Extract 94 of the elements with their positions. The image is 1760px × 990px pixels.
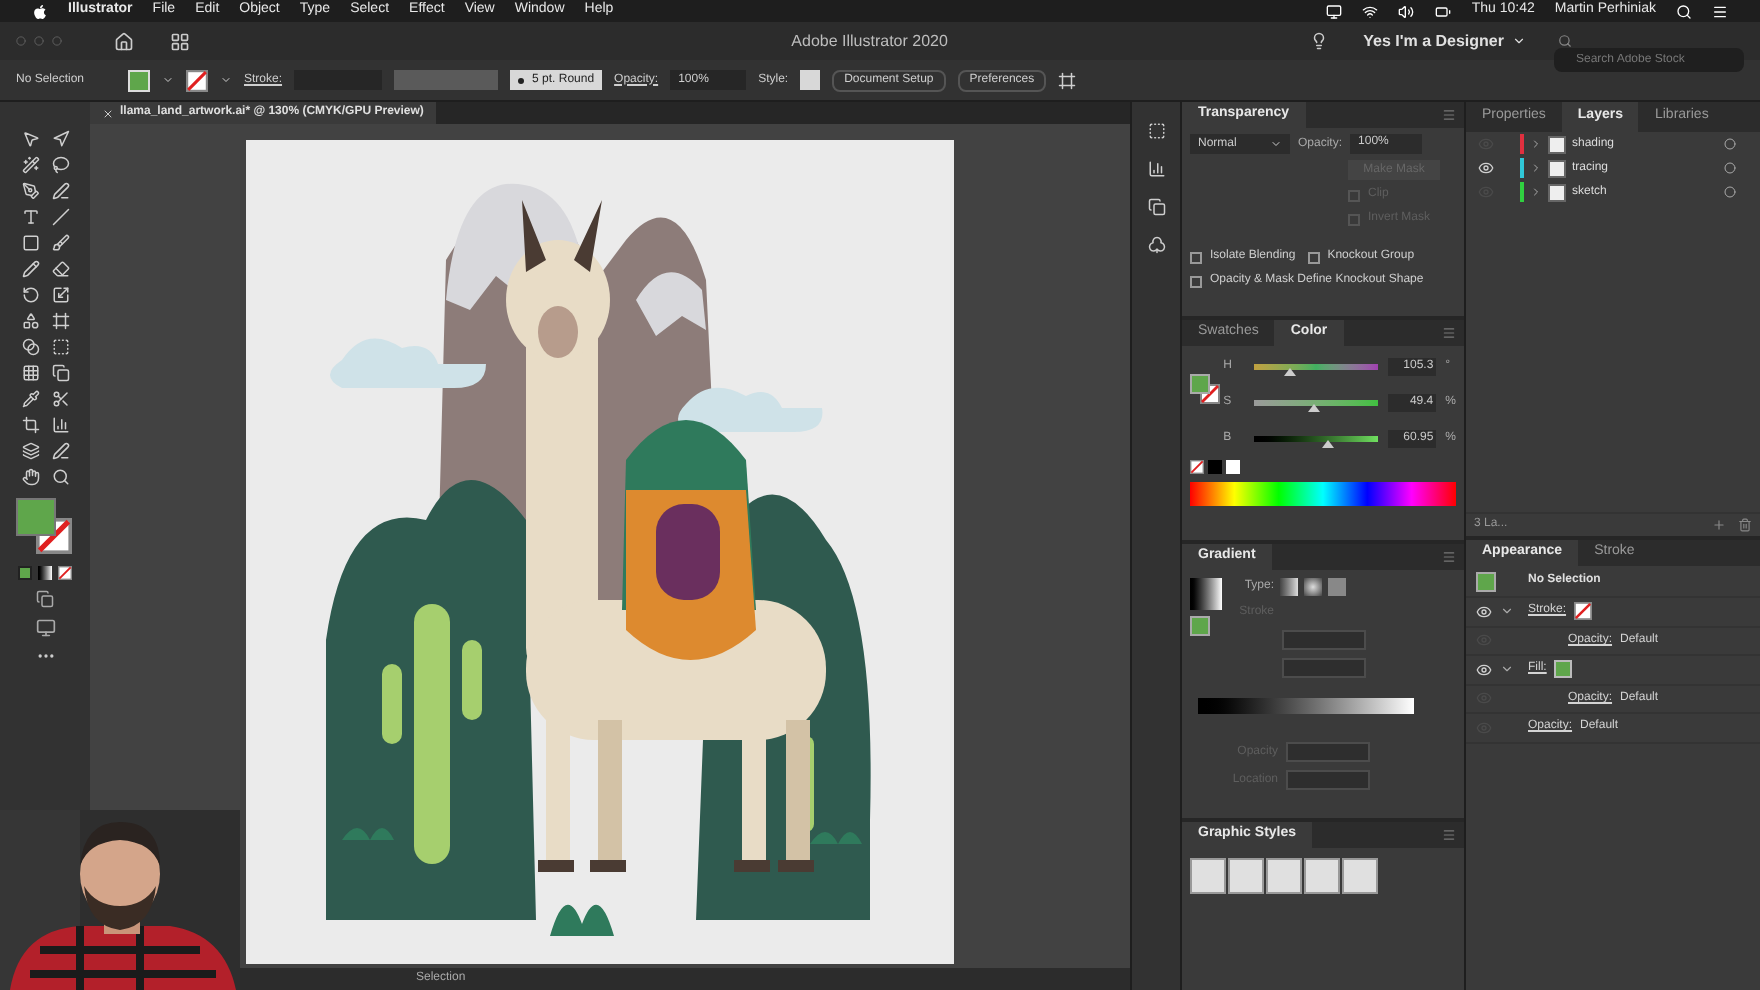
zoom-icon[interactable] (51, 468, 69, 486)
swatch[interactable] (1226, 460, 1240, 474)
radial-gradient-button[interactable] (1304, 578, 1322, 596)
gradient-preview[interactable] (1190, 578, 1222, 610)
gradient-mode-icon[interactable] (38, 566, 52, 580)
scissors-icon[interactable] (51, 390, 69, 408)
rotate-icon[interactable] (21, 286, 39, 304)
pen-icon[interactable] (21, 182, 39, 200)
dashed-square-icon[interactable] (51, 338, 69, 356)
graphic-style-swatch[interactable] (1342, 858, 1378, 894)
stroke-swatch[interactable] (1574, 602, 1593, 621)
opacity-field[interactable] (1286, 742, 1370, 762)
swatch[interactable] (1208, 460, 1222, 474)
variable-width-field[interactable] (394, 70, 499, 90)
menu-icon[interactable] (1712, 3, 1728, 19)
monitor-icon[interactable] (1325, 3, 1342, 19)
line-icon[interactable] (51, 208, 69, 226)
chevron-icon (1270, 138, 1282, 150)
lightbulb-icon[interactable] (1309, 32, 1328, 50)
crop-icon[interactable] (21, 416, 39, 434)
fill-swatch (1476, 571, 1496, 591)
eyedropper-icon[interactable] (21, 390, 39, 408)
color-slider[interactable] (1253, 364, 1378, 370)
fill-color-box[interactable] (1190, 374, 1210, 394)
workspace-switcher[interactable]: Yes I'm a Designer (1363, 29, 1526, 53)
color-spectrum[interactable] (1190, 482, 1456, 506)
slider-thumb[interactable] (1308, 404, 1321, 412)
slider-thumb[interactable] (1322, 440, 1335, 448)
screen-mode-icon[interactable] (35, 618, 55, 638)
bar-chart-icon[interactable] (51, 416, 69, 434)
chevron-icon[interactable] (162, 74, 174, 86)
fill-swatch[interactable] (1554, 660, 1573, 679)
pencil-icon[interactable] (21, 260, 39, 278)
scale-icon[interactable] (51, 286, 69, 304)
color-mode-icon[interactable] (18, 566, 32, 580)
fill-swatch[interactable] (128, 69, 150, 91)
hollow-arrow-icon[interactable] (51, 130, 69, 148)
panel-menu-icon[interactable] (1442, 828, 1456, 842)
panel-menu-icon[interactable] (1442, 550, 1456, 564)
blend-icon[interactable] (21, 338, 39, 356)
style-swatch[interactable] (800, 70, 821, 90)
trash-icon[interactable] (1738, 518, 1752, 532)
apple-icon[interactable] (32, 3, 48, 19)
checkbox[interactable] (1190, 275, 1202, 287)
search-icon (1558, 34, 1572, 48)
lasso-icon[interactable] (51, 156, 69, 174)
dashed-square-icon[interactable] (1147, 122, 1165, 140)
magic-wand-icon[interactable] (21, 156, 39, 174)
workspace-grid-icon[interactable] (170, 31, 190, 51)
pen-line-icon[interactable] (51, 182, 69, 200)
layers-icon[interactable] (21, 442, 39, 460)
chevron-icon (1512, 34, 1526, 48)
window-title: Adobe Illustrator 2020 (791, 29, 948, 53)
rectangle-icon[interactable] (21, 234, 39, 252)
none-mode-icon[interactable] (58, 566, 72, 580)
brush-icon[interactable] (51, 234, 69, 252)
linear-gradient-button[interactable] (1280, 578, 1298, 596)
graphic-style-swatch[interactable] (1190, 858, 1226, 894)
type-icon[interactable] (21, 208, 39, 226)
shapes-icon[interactable] (21, 312, 39, 330)
checkbox[interactable] (1190, 251, 1202, 263)
slider-thumb[interactable] (1283, 368, 1296, 376)
checkbox[interactable] (1348, 189, 1360, 201)
close-icon[interactable] (102, 107, 114, 119)
graphic-style-swatch[interactable] (1266, 858, 1302, 894)
chevron-icon[interactable] (1500, 604, 1514, 619)
none-swatch[interactable] (1190, 460, 1204, 474)
eraser-icon[interactable] (51, 260, 69, 278)
panel-menu-icon[interactable] (1442, 108, 1456, 122)
panel-menu-icon[interactable] (1442, 326, 1456, 340)
volume-icon[interactable] (1397, 3, 1414, 19)
aspect-field[interactable] (1282, 658, 1366, 678)
frame-icon[interactable] (51, 312, 69, 330)
home-icon[interactable] (114, 31, 134, 51)
arrow-pointer-icon[interactable] (21, 130, 39, 148)
chevron-icon[interactable] (220, 74, 232, 86)
club-icon[interactable] (1147, 236, 1165, 254)
wifi-icon[interactable] (1361, 3, 1378, 19)
search-icon[interactable] (1676, 3, 1692, 19)
color-slider[interactable] (1253, 400, 1378, 406)
fill-color-box[interactable] (15, 498, 55, 536)
checkbox[interactable] (1307, 251, 1320, 263)
hand-icon[interactable] (21, 468, 39, 486)
graphic-style-swatch[interactable] (1228, 858, 1264, 894)
stroke-swatch[interactable] (186, 69, 208, 91)
angle-field[interactable] (1282, 630, 1366, 650)
checkbox[interactable] (1348, 213, 1360, 225)
chevron-icon[interactable] (1500, 662, 1514, 677)
graphic-style-swatch[interactable] (1304, 858, 1340, 894)
grid-icon[interactable] (21, 364, 39, 382)
battery-icon[interactable] (1433, 3, 1452, 19)
color-slider[interactable] (1253, 436, 1378, 442)
fill-color-box[interactable] (1190, 616, 1210, 636)
location-field[interactable] (1286, 770, 1370, 790)
